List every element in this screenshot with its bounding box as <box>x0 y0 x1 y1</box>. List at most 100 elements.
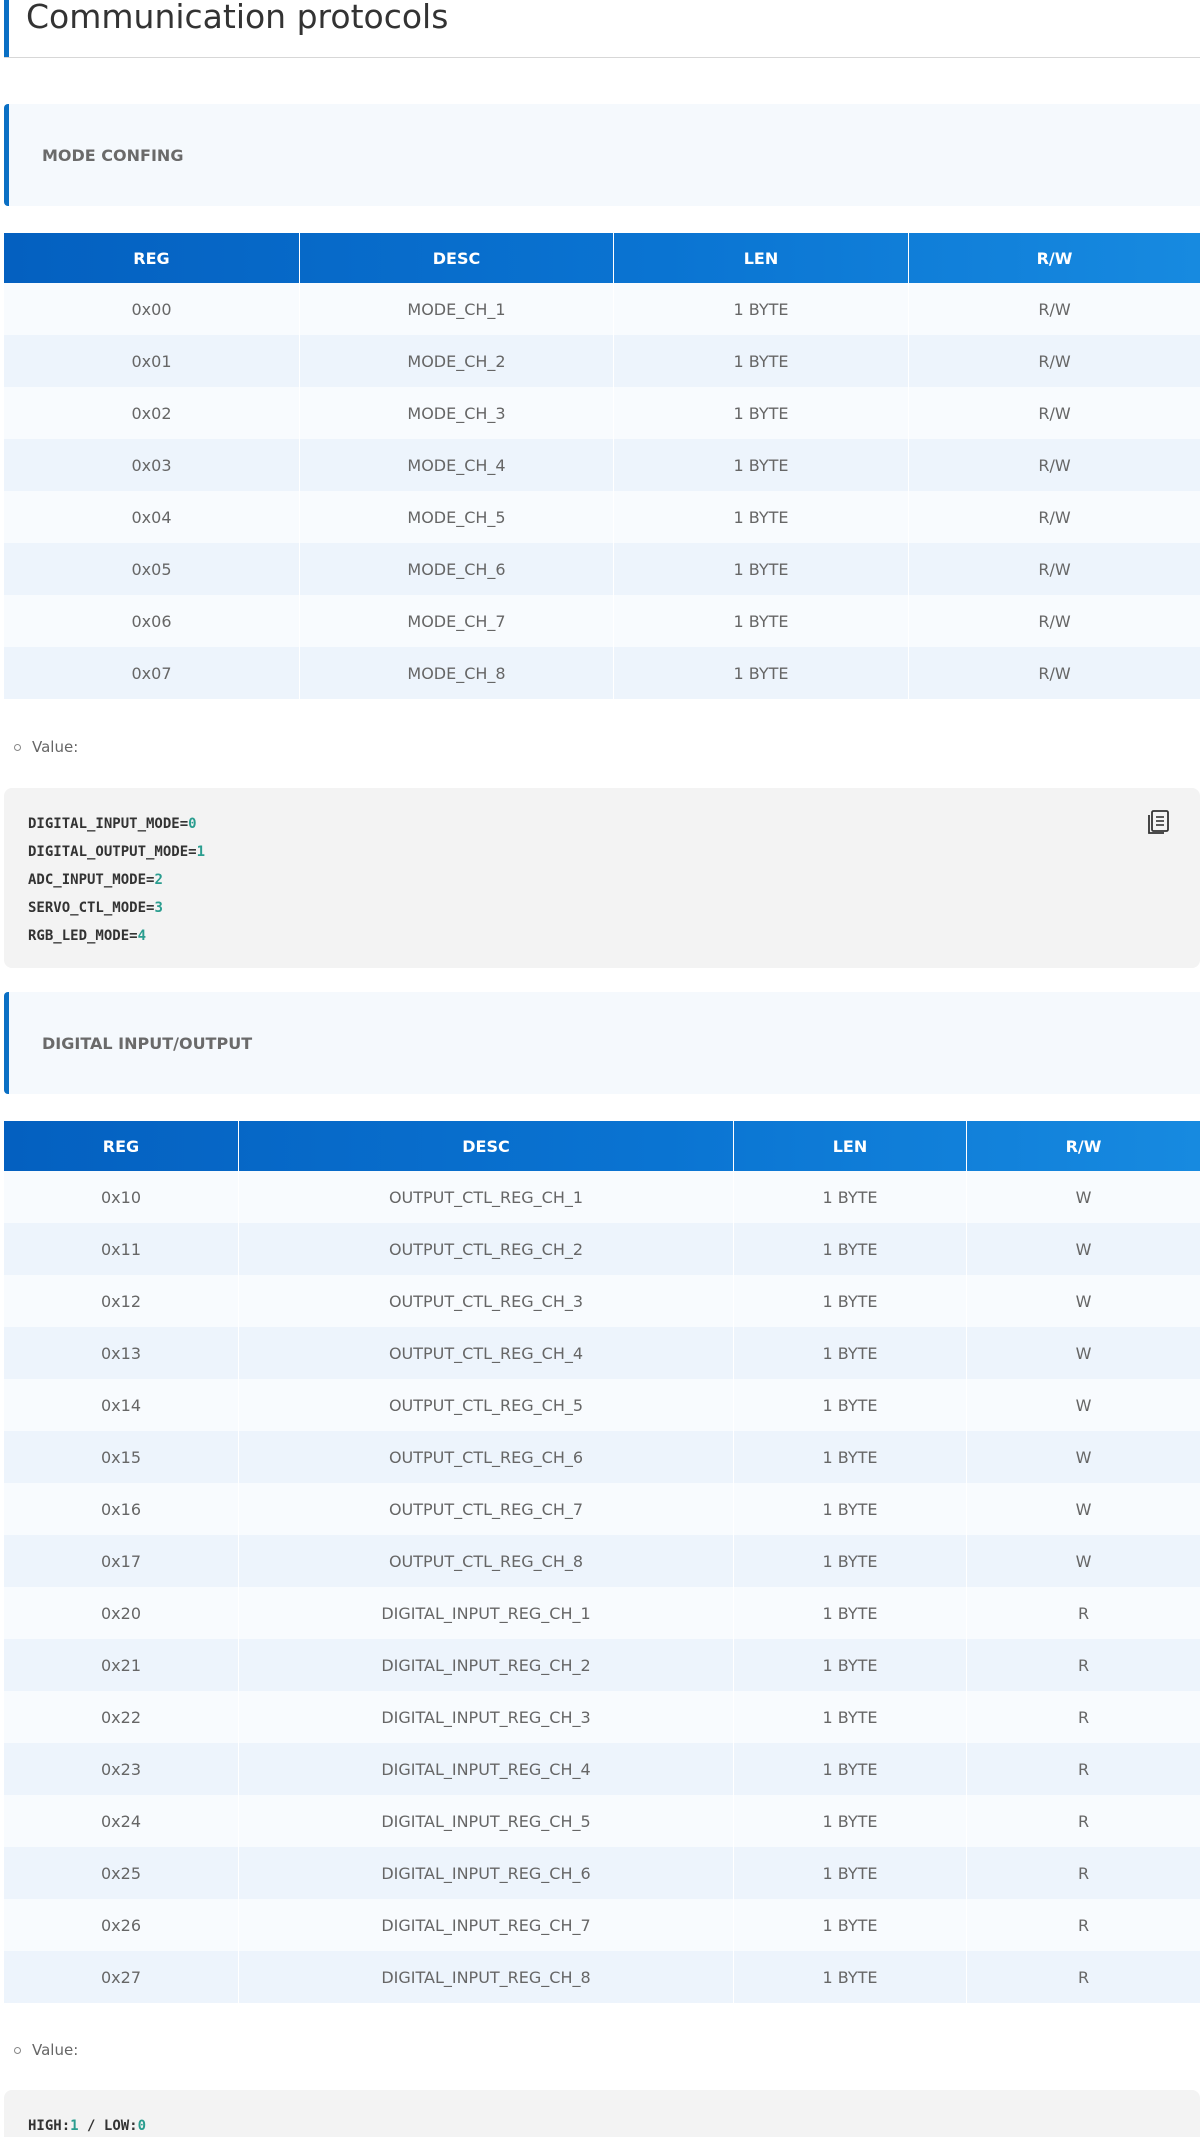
code-number: 2 <box>154 872 163 888</box>
table-row: 0x20 DIGITAL_INPUT_REG_CH_1 1 BYTE R <box>4 1587 1200 1639</box>
cell-desc: DIGITAL_INPUT_REG_CH_7 <box>238 1899 733 1951</box>
bullet-circle-icon <box>14 743 21 751</box>
code-line: DIGITAL_INPUT_MODE=0 <box>28 810 1176 838</box>
digital-values-code-block: HIGH:1 / LOW:0 <box>4 2090 1200 2137</box>
cell-rw: R <box>966 1795 1200 1847</box>
copy-icon[interactable] <box>1146 810 1170 836</box>
cell-desc: MODE_CH_4 <box>299 439 613 491</box>
cell-rw: W <box>966 1379 1200 1431</box>
value-bullet: Value: <box>14 2041 78 2059</box>
cell-len: 1 BYTE <box>733 1171 966 1223</box>
cell-desc: DIGITAL_INPUT_REG_CH_3 <box>238 1691 733 1743</box>
table-row: 0x16 OUTPUT_CTL_REG_CH_7 1 BYTE W <box>4 1483 1200 1535</box>
cell-rw: R/W <box>908 491 1200 543</box>
code-number: 0 <box>137 2118 147 2134</box>
cell-desc: MODE_CH_6 <box>299 543 613 595</box>
cell-desc: OUTPUT_CTL_REG_CH_7 <box>238 1483 733 1535</box>
cell-reg: 0x15 <box>100 1447 141 1467</box>
code-line: ADC_INPUT_MODE=2 <box>28 866 1176 894</box>
table-row: 0x24 DIGITAL_INPUT_REG_CH_5 1 BYTE R <box>4 1795 1200 1847</box>
page-title: Communication protocols <box>4 0 1200 58</box>
value-label: Value: <box>32 738 79 756</box>
cell-reg: 0x03 <box>131 455 172 475</box>
code-number: 1 <box>70 2118 79 2134</box>
cell-desc: OUTPUT_CTL_REG_CH_3 <box>238 1275 733 1327</box>
cell-rw: W <box>966 1431 1200 1483</box>
table-row: 0x05 MODE_CH_6 1 BYTE R/W <box>4 543 1200 595</box>
cell-desc: OUTPUT_CTL_REG_CH_6 <box>238 1431 733 1483</box>
cell-len: 1 BYTE <box>613 595 908 647</box>
section-heading-digital-io: DIGITAL INPUT/OUTPUT <box>4 992 1200 1094</box>
table-row: 0x13 OUTPUT_CTL_REG_CH_4 1 BYTE W <box>4 1327 1200 1379</box>
cell-len: 1 BYTE <box>613 647 908 699</box>
cell-len: 1 BYTE <box>733 1535 966 1587</box>
table-row: 0x00 MODE_CH_1 1 BYTE R/W <box>4 283 1200 335</box>
code-content: DIGITAL_INPUT_MODE=0 DIGITAL_OUTPUT_MODE=… <box>28 810 1176 950</box>
cell-rw: R <box>966 1587 1200 1639</box>
cell-len: 1 BYTE <box>733 1639 966 1691</box>
mode-values-code-block: DIGITAL_INPUT_MODE=0 DIGITAL_OUTPUT_MODE=… <box>4 788 1200 968</box>
table-row: 0x04 MODE_CH_5 1 BYTE R/W <box>4 491 1200 543</box>
cell-desc: DIGITAL_INPUT_REG_CH_6 <box>238 1847 733 1899</box>
cell-desc: OUTPUT_CTL_REG_CH_1 <box>238 1171 733 1223</box>
cell-reg: 0x00 <box>131 299 172 319</box>
cell-desc: DIGITAL_INPUT_REG_CH_1 <box>238 1587 733 1639</box>
cell-desc: DIGITAL_INPUT_REG_CH_2 <box>238 1639 733 1691</box>
cell-reg: 0x25 <box>100 1863 141 1883</box>
cell-desc: DIGITAL_INPUT_REG_CH_8 <box>238 1951 733 2003</box>
cell-rw: R <box>966 1951 1200 2003</box>
cell-rw: R <box>966 1691 1200 1743</box>
table-row: 0x12 OUTPUT_CTL_REG_CH_3 1 BYTE W <box>4 1275 1200 1327</box>
code-key: DIGITAL_OUTPUT_MODE= <box>28 844 197 860</box>
cell-len: 1 BYTE <box>613 387 908 439</box>
mode-config-table: REG DESC LEN R/W 0x00 MODE_CH_1 1 BYTE R/W 0… <box>4 233 1200 699</box>
code-key: ADC_INPUT_MODE= <box>28 872 155 888</box>
cell-rw: R <box>966 1847 1200 1899</box>
table-row: 0x10 OUTPUT_CTL_REG_CH_1 1 BYTE W <box>4 1171 1200 1223</box>
cell-desc: OUTPUT_CTL_REG_CH_4 <box>238 1327 733 1379</box>
column-header-desc: DESC <box>299 233 613 283</box>
cell-rw: W <box>966 1275 1200 1327</box>
cell-desc: DIGITAL_INPUT_REG_CH_5 <box>238 1795 733 1847</box>
column-header-len: LEN <box>613 233 908 283</box>
cell-reg: 0x14 <box>100 1395 141 1415</box>
table-row: 0x17 OUTPUT_CTL_REG_CH_8 1 BYTE W <box>4 1535 1200 1587</box>
cell-reg: 0x21 <box>100 1655 141 1675</box>
code-line: SERVO_CTL_MODE=3 <box>28 894 1176 922</box>
cell-len: 1 BYTE <box>733 1743 966 1795</box>
column-header-desc: DESC <box>238 1121 733 1171</box>
cell-reg: 0x05 <box>131 559 172 579</box>
cell-len: 1 BYTE <box>733 1379 966 1431</box>
cell-reg: 0x10 <box>100 1187 141 1207</box>
cell-len: 1 BYTE <box>733 1951 966 2003</box>
cell-len: 1 BYTE <box>733 1223 966 1275</box>
cell-desc: DIGITAL_INPUT_REG_CH_4 <box>238 1743 733 1795</box>
cell-len: 1 BYTE <box>613 335 908 387</box>
code-key: RGB_LED_MODE= <box>28 928 138 944</box>
cell-desc: MODE_CH_1 <box>299 283 613 335</box>
column-header-rw: R/W <box>908 233 1200 283</box>
code-key: LOW: <box>103 2118 138 2134</box>
cell-len: 1 BYTE <box>613 283 908 335</box>
cell-desc: MODE_CH_2 <box>299 335 613 387</box>
cell-reg: 0x22 <box>100 1707 141 1727</box>
cell-desc: OUTPUT_CTL_REG_CH_2 <box>238 1223 733 1275</box>
table-row: 0x03 MODE_CH_4 1 BYTE R/W <box>4 439 1200 491</box>
cell-reg: 0x12 <box>100 1291 141 1311</box>
table-row: 0x23 DIGITAL_INPUT_REG_CH_4 1 BYTE R <box>4 1743 1200 1795</box>
cell-rw: W <box>966 1171 1200 1223</box>
table-row: 0x02 MODE_CH_3 1 BYTE R/W <box>4 387 1200 439</box>
column-header-reg: REG <box>133 248 170 268</box>
column-header-reg: REG <box>102 1136 140 1156</box>
title-divider <box>4 57 1200 58</box>
cell-rw: W <box>966 1327 1200 1379</box>
table-header-row: REG DESC LEN R/W <box>4 1121 1200 1171</box>
bullet-circle-icon <box>14 2046 21 2054</box>
code-line: HIGH:1 / LOW:0 <box>28 2112 1176 2137</box>
code-line: RGB_LED_MODE=4 <box>28 922 1176 950</box>
cell-rw: R/W <box>908 387 1200 439</box>
value-label: Value: <box>32 2041 79 2059</box>
code-number: 0 <box>188 816 197 832</box>
cell-len: 1 BYTE <box>733 1587 966 1639</box>
section-heading-label: DIGITAL INPUT/OUTPUT <box>42 1033 253 1053</box>
